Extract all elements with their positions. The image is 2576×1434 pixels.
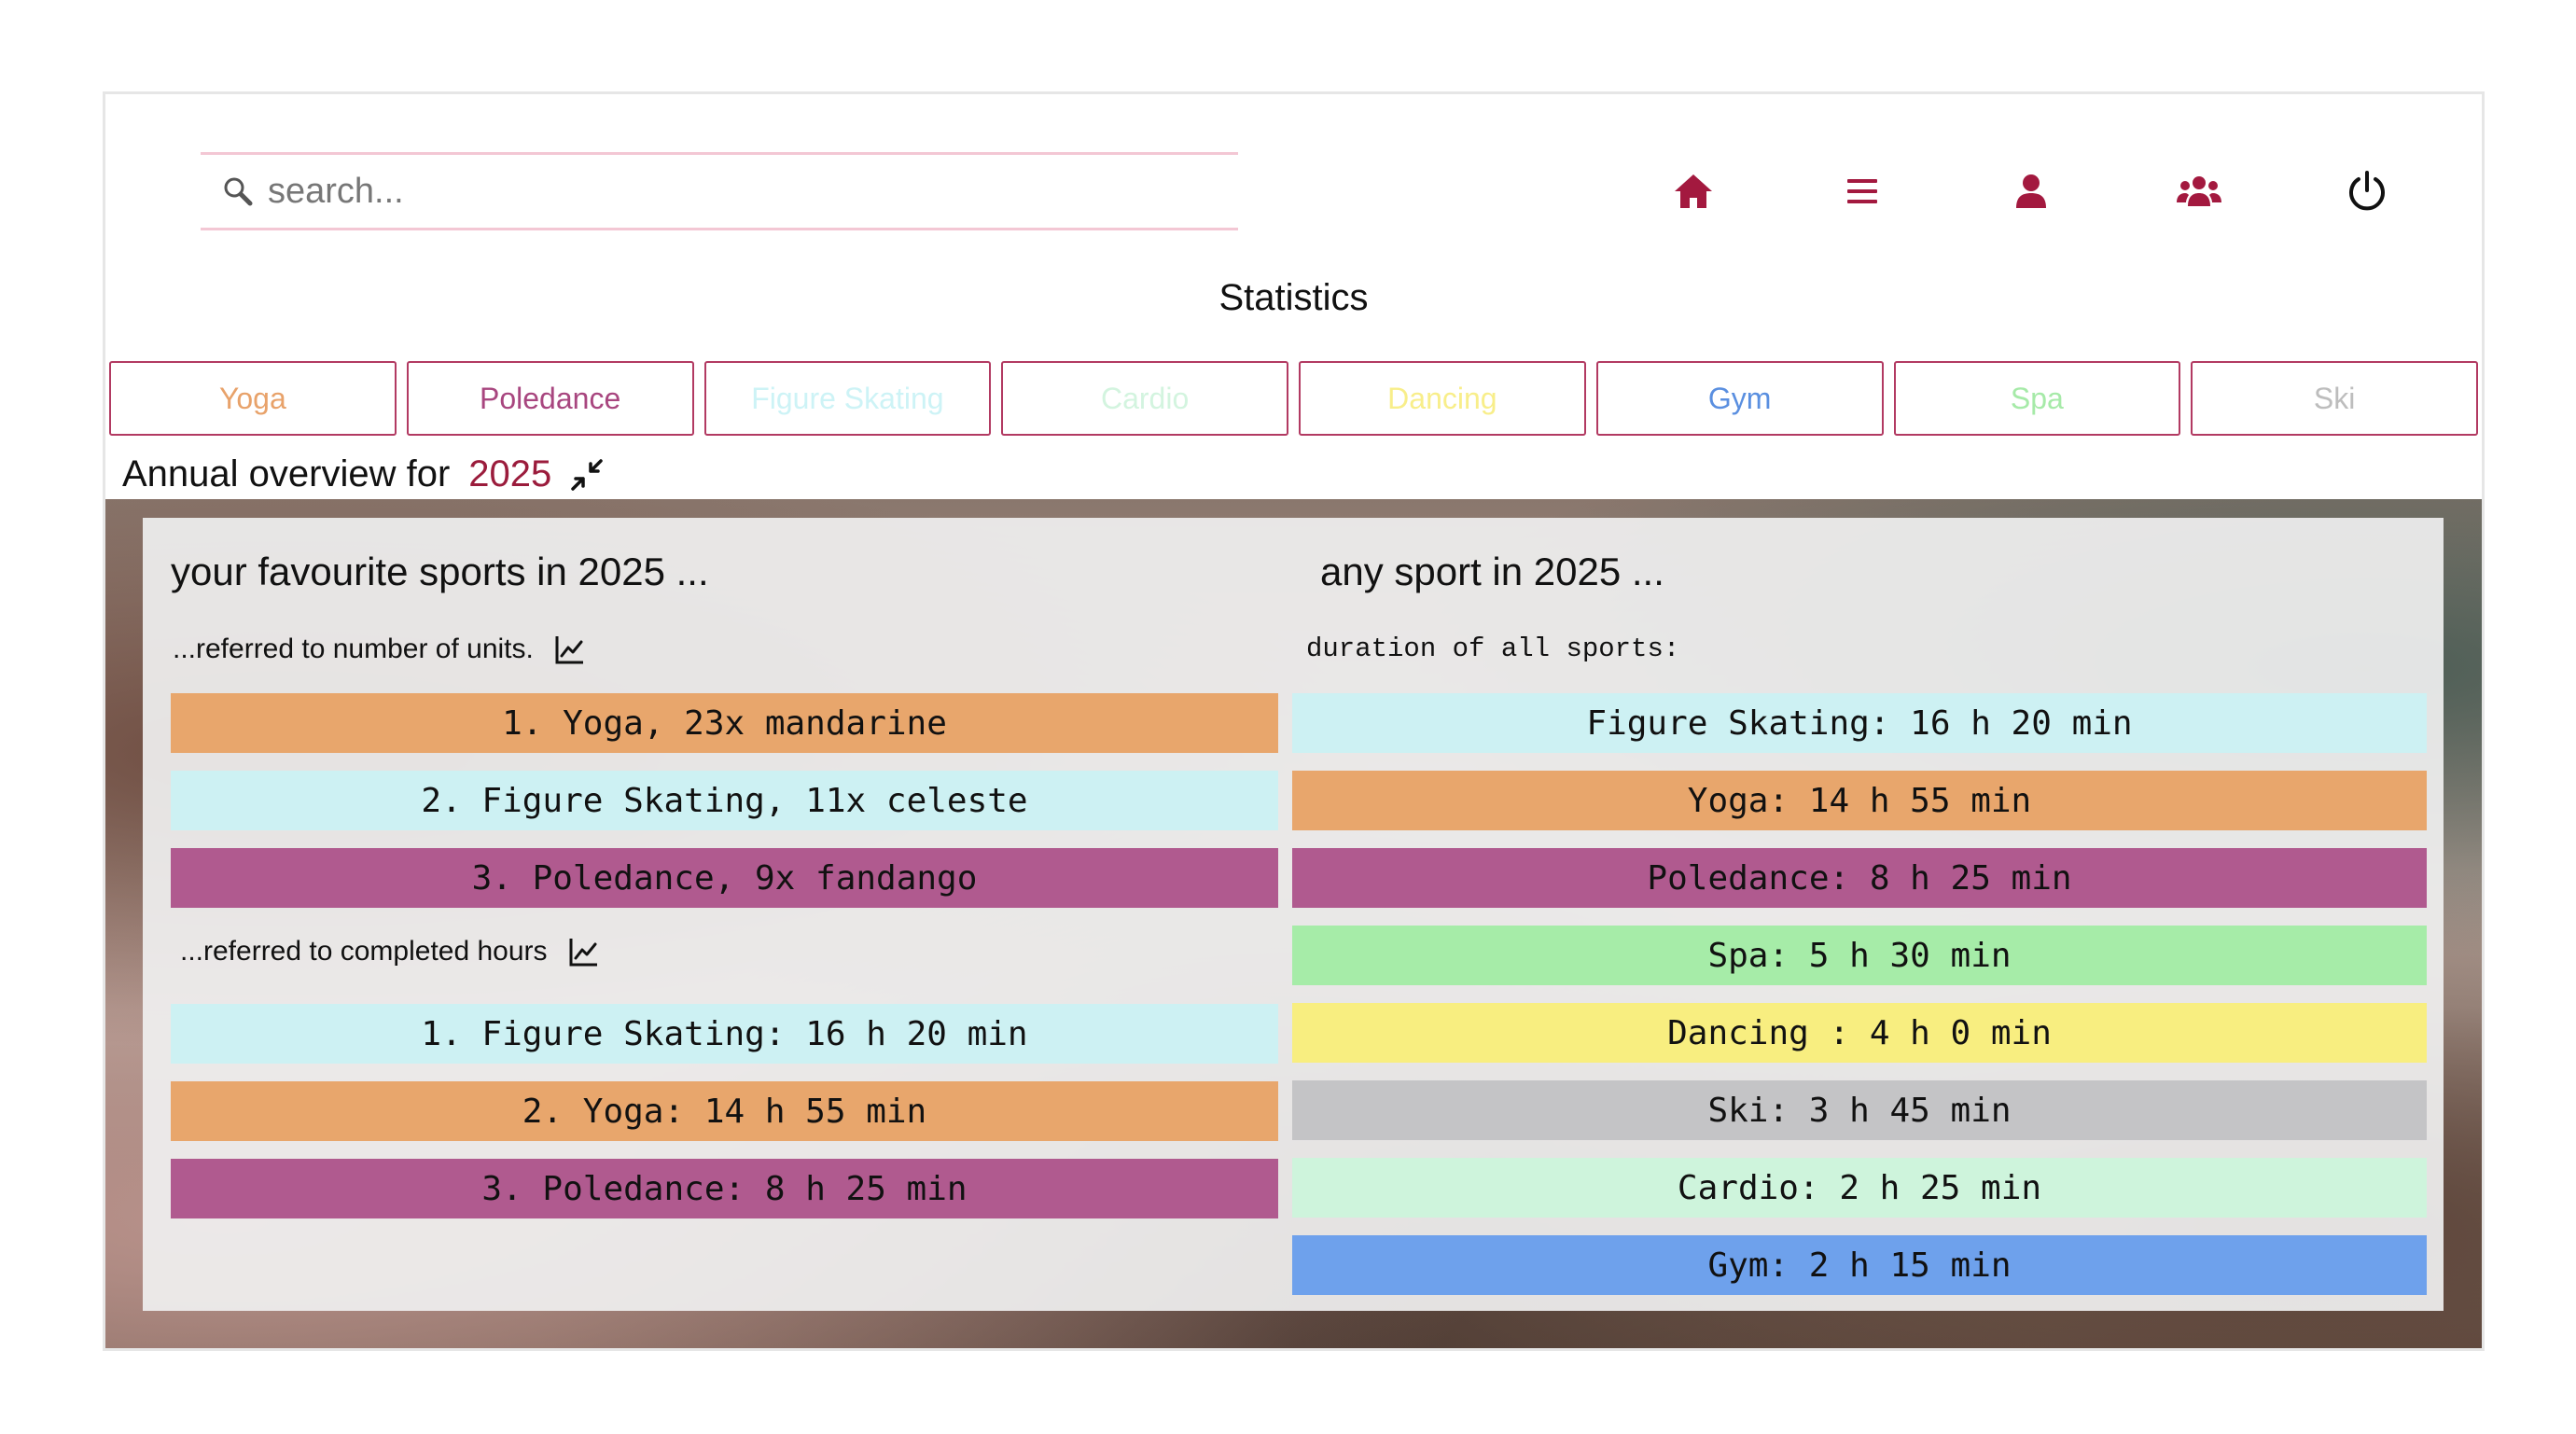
overview-heading: Annual overview for 2025 <box>122 453 604 495</box>
tab-poledance[interactable]: Poledance <box>406 361 694 436</box>
sport-duration-bar: Ski: 3 h 45 min <box>1292 1080 2427 1140</box>
sport-duration-bar: Dancing : 4 h 0 min <box>1292 1003 2427 1063</box>
search-bar[interactable] <box>201 152 1238 230</box>
overview-background: your favourite sports in 2025 ... ...ref… <box>105 499 2482 1348</box>
units-subheading: ...referred to number of units. <box>173 633 586 665</box>
group-icon <box>2177 176 2221 206</box>
hours-rank-bar: 2. Yoga: 14 h 55 min <box>171 1081 1278 1141</box>
sport-duration-bar: Cardio: 2 h 25 min <box>1292 1158 2427 1218</box>
page-title: Statistics <box>1218 277 1369 318</box>
duration-subheading: duration of all sports: <box>1306 633 1680 664</box>
tab-yoga[interactable]: Yoga <box>109 361 397 436</box>
sport-duration-bar: Yoga: 14 h 55 min <box>1292 771 2427 830</box>
hours-subheading: ...referred to completed hours <box>180 936 600 968</box>
line-chart-icon[interactable] <box>568 936 600 968</box>
hours-subheading-label: ...referred to completed hours <box>180 936 548 967</box>
favourites-heading: your favourite sports in 2025 ... <box>171 550 709 593</box>
sport-duration-bar: Gym: 2 h 15 min <box>1292 1235 2427 1295</box>
app-frame: Statistics YogaPoledanceFigure SkatingCa… <box>103 91 2485 1351</box>
collapse-icon[interactable] <box>570 458 604 492</box>
line-chart-icon[interactable] <box>554 633 586 665</box>
overview-panel: your favourite sports in 2025 ... ...ref… <box>143 518 2444 1311</box>
sport-duration-bar: Spa: 5 h 30 min <box>1292 926 2427 985</box>
tab-dancing[interactable]: Dancing <box>1299 361 1586 436</box>
units-rank-bar: 2. Figure Skating, 11x celeste <box>171 771 1278 830</box>
sport-duration-bar: Poledance: 8 h 25 min <box>1292 848 2427 908</box>
units-rank-bar: 3. Poledance, 9x fandango <box>171 848 1278 908</box>
tab-ski[interactable]: Ski <box>2191 361 2478 436</box>
home-button[interactable] <box>1656 160 1731 223</box>
overview-year[interactable]: 2025 <box>468 453 551 495</box>
menu-button[interactable] <box>1825 160 1900 223</box>
power-icon <box>2349 171 2385 211</box>
home-icon <box>1675 174 1712 208</box>
overview-label: Annual overview for <box>122 453 451 494</box>
units-subheading-label: ...referred to number of units. <box>173 633 534 664</box>
units-rank-bar: 1. Yoga, 23x mandarine <box>171 693 1278 753</box>
hours-rank-bar: 3. Poledance: 8 h 25 min <box>171 1159 1278 1218</box>
tab-figure-skating[interactable]: Figure Skating <box>703 361 992 436</box>
menu-icon <box>1847 179 1877 203</box>
tab-cardio[interactable]: Cardio <box>1001 361 1288 436</box>
profile-button[interactable] <box>1994 160 2068 223</box>
hours-rank-bar: 1. Figure Skating: 16 h 20 min <box>171 1004 1278 1064</box>
tab-spa[interactable]: Spa <box>1893 361 2181 436</box>
user-icon <box>2016 174 2046 208</box>
sport-duration-bar: Figure Skating: 16 h 20 min <box>1292 693 2427 753</box>
search-input[interactable] <box>266 170 1109 213</box>
all-sports-heading: any sport in 2025 ... <box>1320 550 1664 593</box>
community-button[interactable] <box>2162 160 2236 223</box>
tab-gym[interactable]: Gym <box>1595 361 1884 436</box>
logout-button[interactable] <box>2330 160 2404 223</box>
search-icon <box>219 173 257 210</box>
sport-tabs: Yoga Poledance Figure Skating Cardio Dancing… <box>109 361 2478 436</box>
